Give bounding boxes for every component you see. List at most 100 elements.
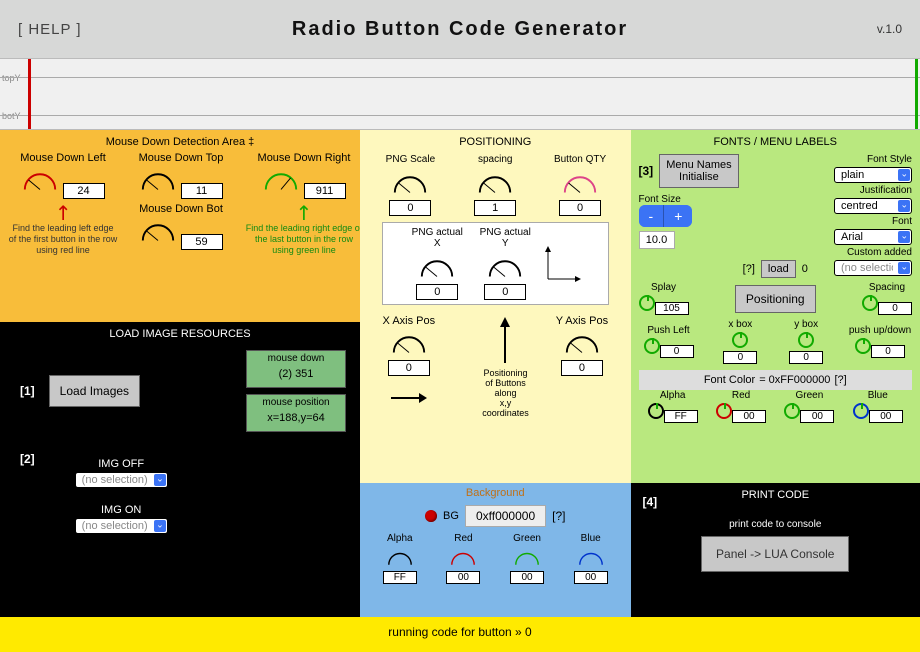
md-top-value[interactable]: 11	[181, 183, 223, 199]
qty-value[interactable]: 0	[559, 200, 601, 216]
img-off-select[interactable]: (no selection)	[75, 472, 168, 488]
spacing-value[interactable]: 1	[474, 200, 516, 216]
custom-select[interactable]: (no selection)	[834, 260, 912, 276]
dial-icon[interactable]	[513, 546, 541, 568]
plus-button[interactable]: +	[664, 205, 692, 227]
idx3-label: [3]	[639, 164, 654, 178]
dial-icon[interactable]	[639, 295, 655, 311]
positioning-button[interactable]: Positioning	[735, 285, 816, 313]
dial-icon[interactable]	[577, 546, 605, 568]
falpha-label: Alpha	[643, 390, 703, 401]
arrow-up-icon	[497, 315, 513, 365]
load-help[interactable]: [?]	[743, 263, 755, 275]
fontcolor-help[interactable]: [?]	[834, 374, 846, 386]
idx1-label: [1]	[20, 384, 35, 398]
dial-icon[interactable]	[390, 327, 428, 357]
fontsize-stepper[interactable]: -+	[639, 205, 693, 227]
gspacing-value[interactable]: 0	[878, 302, 912, 315]
print-sub: print code to console	[639, 519, 912, 530]
actx-value[interactable]: 0	[416, 284, 458, 300]
splay-label: Splay	[639, 282, 689, 293]
fred-value[interactable]: 00	[732, 410, 766, 423]
dial-icon[interactable]	[391, 167, 429, 197]
dial-icon[interactable]	[262, 164, 300, 194]
justif-select[interactable]: centred	[834, 198, 912, 214]
mouse-position-info: mouse position x=188,y=64	[246, 394, 346, 432]
yellow-title: POSITIONING	[368, 136, 623, 148]
justif-label: Justification	[860, 185, 912, 196]
xbox-value[interactable]: 0	[723, 351, 757, 364]
xpos-label: X Axis Pos	[383, 315, 436, 327]
green-title: FONTS / MENU LABELS	[639, 136, 912, 148]
red-label: Red	[433, 533, 493, 544]
ypos-value[interactable]: 0	[561, 360, 603, 376]
dial-icon[interactable]	[476, 167, 514, 197]
app-title: Radio Button Code Generator	[292, 18, 628, 41]
img-off-label: IMG OFF	[75, 458, 168, 470]
splay-value[interactable]: 105	[655, 302, 689, 315]
minus-button[interactable]: -	[639, 205, 665, 227]
fgreen-value[interactable]: 00	[800, 410, 834, 423]
dial-icon[interactable]	[855, 338, 871, 354]
bluec-label: Blue	[561, 533, 621, 544]
dial-icon[interactable]	[732, 332, 748, 348]
md-right-label: Mouse Down Right	[244, 152, 364, 164]
red-guide-line[interactable]	[28, 59, 31, 129]
dial-icon[interactable]	[853, 403, 869, 419]
ybox-label: y box	[782, 319, 830, 330]
pushud-value[interactable]: 0	[871, 345, 905, 358]
bg-help[interactable]: [?]	[552, 509, 565, 523]
dial-icon[interactable]	[139, 164, 177, 194]
gray-line	[0, 77, 920, 78]
dial-icon[interactable]	[644, 338, 660, 354]
img-on-select[interactable]: (no selection)	[75, 518, 168, 534]
xpos-value[interactable]: 0	[388, 360, 430, 376]
load-val: 0	[802, 263, 808, 275]
ruler-area: topY botY	[0, 58, 920, 130]
scale-label: PNG Scale	[380, 154, 440, 165]
acty-value[interactable]: 0	[484, 284, 526, 300]
fred-label: Red	[711, 390, 771, 401]
dial-icon[interactable]	[139, 215, 177, 245]
load-images-button[interactable]: Load Images	[49, 375, 140, 407]
dial-icon[interactable]	[716, 403, 732, 419]
dial-icon[interactable]	[486, 251, 524, 281]
fblue-value[interactable]: 00	[869, 410, 903, 423]
style-select[interactable]: plain	[834, 167, 912, 183]
bluec-value[interactable]: 00	[574, 571, 608, 584]
green-label: Green	[497, 533, 557, 544]
dial-icon[interactable]	[784, 403, 800, 419]
bg-hex-value[interactable]: 0xff000000	[465, 505, 546, 527]
dial-icon[interactable]	[561, 167, 599, 197]
dial-icon[interactable]	[418, 251, 456, 281]
fontsize-label: Font Size	[639, 194, 828, 205]
dial-icon[interactable]	[798, 332, 814, 348]
print-code-button[interactable]: Panel -> LUA Console	[701, 536, 849, 572]
menu-names-button[interactable]: Menu Names Initialise	[659, 154, 738, 188]
bg-led-icon[interactable]	[425, 510, 437, 522]
orange-title: Mouse Down Detection Area ‡	[8, 136, 352, 148]
axis-icon	[543, 244, 583, 284]
help-link[interactable]: [ HELP ]	[18, 21, 82, 38]
alpha-value[interactable]: FF	[383, 571, 417, 584]
scale-value[interactable]: 0	[389, 200, 431, 216]
font-load-button[interactable]: load	[761, 260, 796, 278]
font-select[interactable]: Arial	[834, 229, 912, 245]
dial-icon[interactable]	[648, 403, 664, 419]
xbox-label: x box	[716, 319, 764, 330]
md-bot-value[interactable]: 59	[181, 234, 223, 250]
red-value[interactable]: 00	[446, 571, 480, 584]
green-guide-line[interactable]	[915, 59, 918, 129]
pushleft-value[interactable]: 0	[660, 345, 694, 358]
md-left-value[interactable]: 24	[63, 183, 105, 199]
falpha-value[interactable]: FF	[664, 410, 698, 423]
print-title: PRINT CODE	[639, 489, 912, 501]
dial-icon[interactable]	[449, 546, 477, 568]
dial-icon[interactable]	[862, 295, 878, 311]
green-value[interactable]: 00	[510, 571, 544, 584]
dial-icon[interactable]	[386, 546, 414, 568]
ybox-value[interactable]: 0	[789, 351, 823, 364]
spacing-label: spacing	[465, 154, 525, 165]
mouse-down-info: mouse down (2) 351	[246, 350, 346, 388]
dial-icon[interactable]	[563, 327, 601, 357]
